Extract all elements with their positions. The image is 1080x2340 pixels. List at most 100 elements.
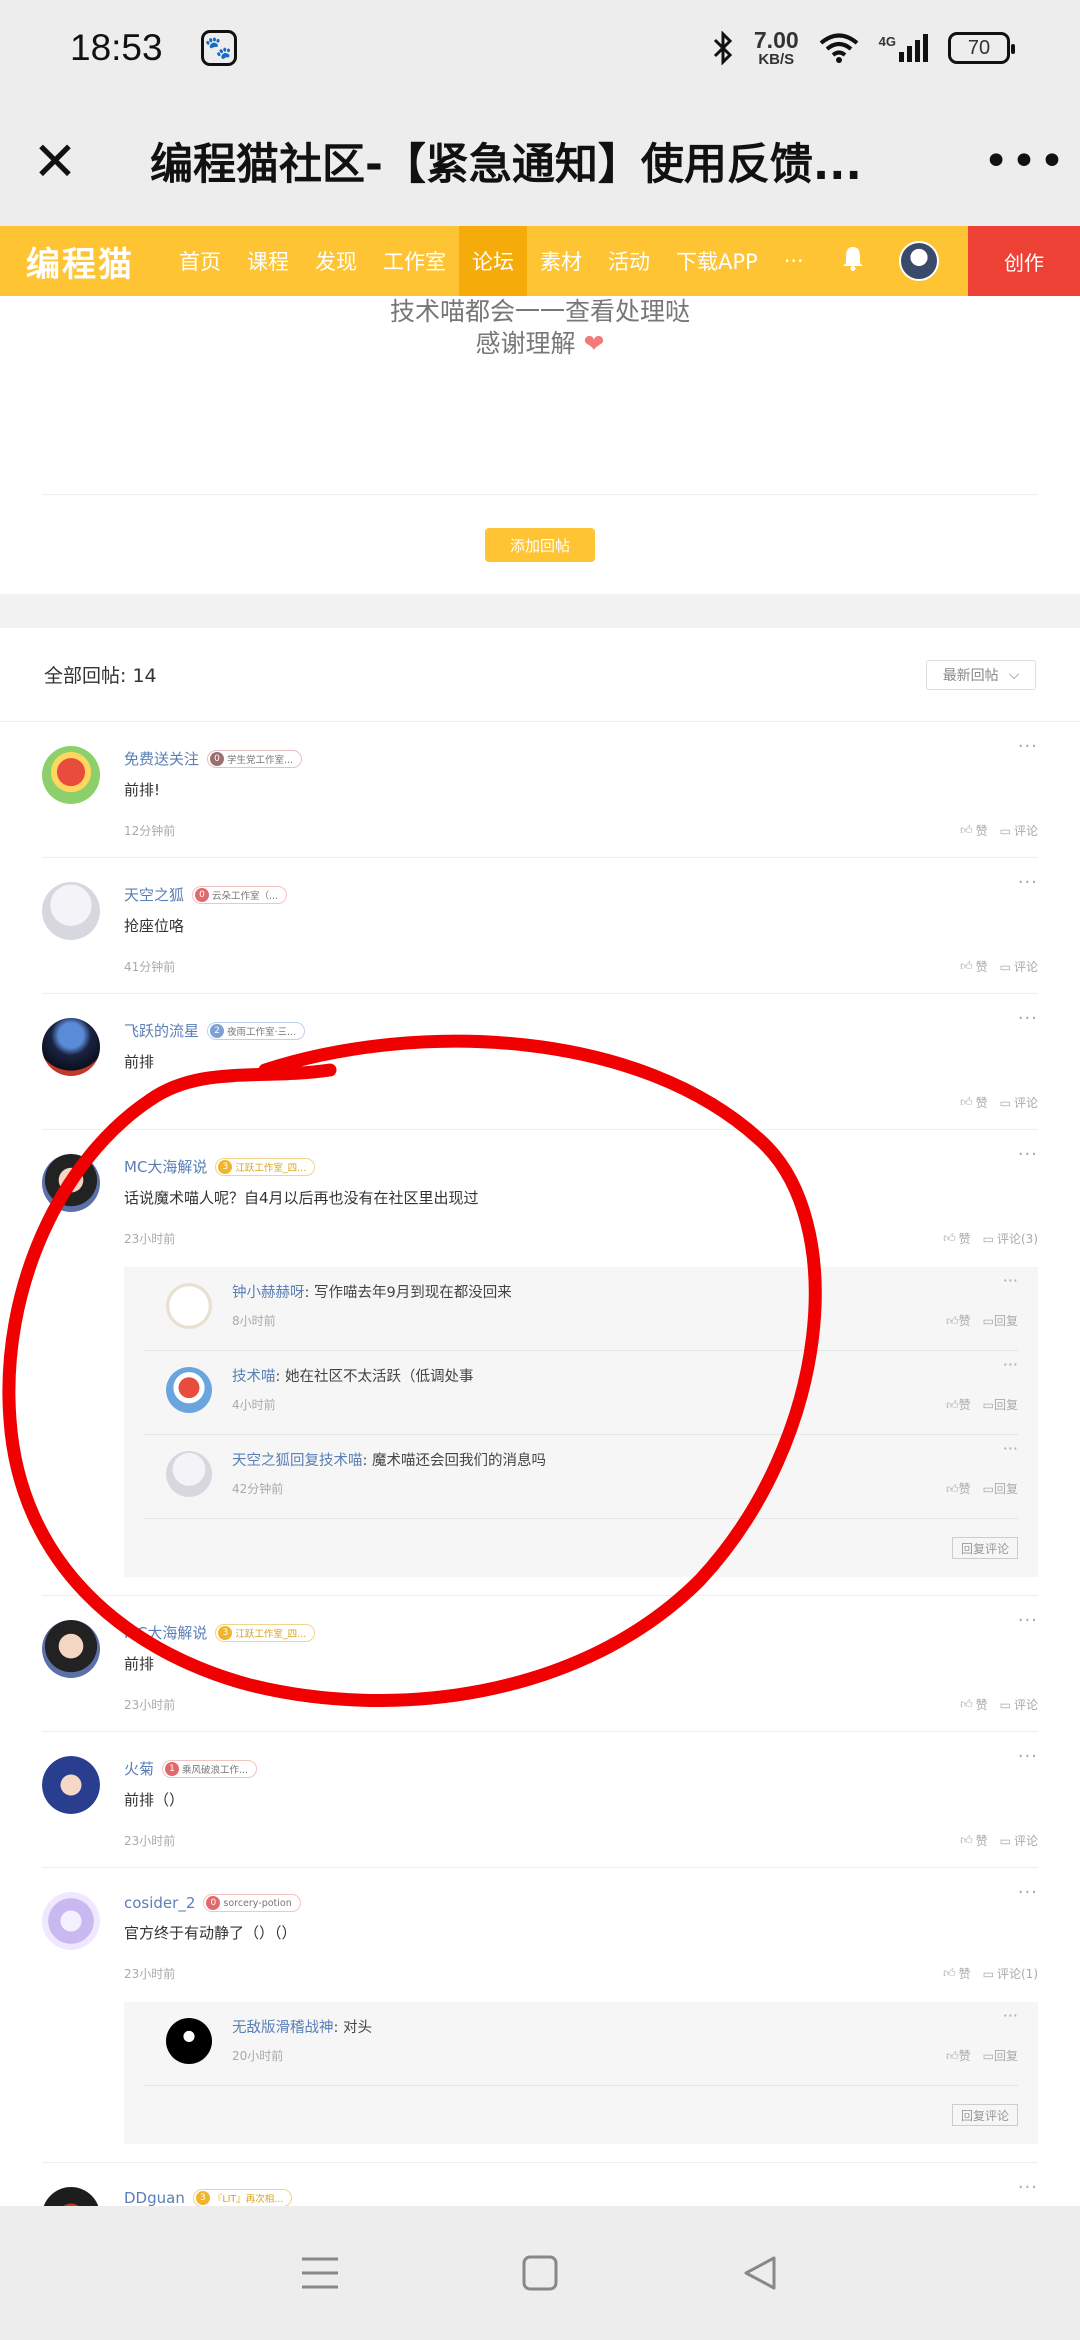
home-icon[interactable]: [510, 2243, 570, 2303]
studio-badge[interactable]: 0 云朵工作室（...: [192, 885, 288, 904]
comment-button[interactable]: ▭ 评论(1): [983, 1965, 1038, 1982]
more-options-icon[interactable]: ···: [1018, 872, 1038, 893]
nav-item-home[interactable]: 首页: [166, 226, 234, 296]
studio-badge[interactable]: 1 乘风破浪工作...: [162, 1759, 258, 1778]
studio-badge[interactable]: 0 sorcery-potion: [203, 1894, 301, 1912]
username[interactable]: 技术喵: [232, 1369, 276, 1385]
avatar[interactable]: [166, 1367, 212, 1413]
nav-item-materials[interactable]: 素材: [527, 226, 595, 296]
like-button[interactable]: 👍︎赞: [946, 1480, 971, 1497]
like-button[interactable]: 👍︎赞: [960, 1696, 988, 1713]
more-options-icon[interactable]: ···: [1018, 1882, 1038, 1903]
like-button[interactable]: 👍︎赞: [960, 958, 988, 975]
nav-item-download-app[interactable]: 下载APP: [663, 226, 771, 296]
back-icon[interactable]: [730, 2243, 790, 2303]
like-button[interactable]: 👍︎赞: [960, 1832, 988, 1849]
username[interactable]: 钟小赫赫呀: [232, 1285, 305, 1301]
reply-time: 23小时前: [124, 1967, 176, 1981]
thumbs-up-icon: 👍︎: [946, 1482, 959, 1496]
like-button[interactable]: 👍︎赞: [960, 822, 988, 839]
avatar[interactable]: [166, 1283, 212, 1329]
more-options-icon[interactable]: ···: [1018, 2177, 1038, 2198]
studio-badge[interactable]: 3 江跃工作室_四...: [215, 1623, 316, 1642]
reply-button[interactable]: ▭回复: [983, 1480, 1018, 1497]
more-options-icon[interactable]: ···: [1018, 1144, 1038, 1165]
nav-item-courses[interactable]: 课程: [234, 226, 302, 296]
reply-time: 23小时前: [124, 1232, 176, 1246]
studio-badge[interactable]: 3 『LIT』再次相...: [192, 2189, 293, 2206]
reply-comment-button[interactable]: 回复评论: [952, 2104, 1018, 2126]
reply-button[interactable]: ▭回复: [983, 1396, 1018, 1413]
sub-comment-text: 对头: [343, 2020, 372, 2036]
avatar[interactable]: [42, 746, 100, 804]
like-button[interactable]: 👍︎赞: [946, 1312, 971, 1329]
create-button[interactable]: 创作: [968, 226, 1080, 296]
nav-item-studio[interactable]: 工作室: [370, 226, 459, 296]
like-button[interactable]: 👍︎赞: [946, 1396, 971, 1413]
username[interactable]: MC大海解说: [124, 1622, 207, 1643]
more-options-icon[interactable]: ···: [1003, 2006, 1018, 2025]
nav-item-discover[interactable]: 发现: [302, 226, 370, 296]
nav-item-events[interactable]: 活动: [595, 226, 663, 296]
site-logo[interactable]: 编程猫: [0, 237, 166, 286]
username[interactable]: 天空之狐: [124, 884, 184, 905]
username[interactable]: 火菊: [124, 1758, 154, 1779]
comment-button[interactable]: ▭ 评论: [1000, 1832, 1038, 1849]
close-icon[interactable]: ✕: [0, 130, 110, 193]
avatar[interactable]: [42, 1892, 100, 1950]
avatar[interactable]: [42, 1154, 100, 1212]
post-body-tail: 技术喵都会一一查看处理哒 感谢理解 ❤ 添加回帖: [0, 296, 1080, 594]
sort-dropdown[interactable]: 最新回帖 ⌵: [926, 659, 1036, 690]
more-options-icon[interactable]: ···: [1018, 1746, 1038, 1767]
reply-button[interactable]: ▭回复: [983, 2047, 1018, 2064]
username[interactable]: MC大海解说: [124, 1156, 207, 1177]
more-options-icon[interactable]: ···: [1018, 1008, 1038, 1029]
more-options-icon[interactable]: •••: [970, 136, 1080, 187]
username[interactable]: 免费送关注: [124, 748, 199, 769]
comment-button[interactable]: ▭ 评论: [1000, 958, 1038, 975]
comment-button[interactable]: ▭ 评论(3): [983, 1230, 1038, 1247]
add-reply-button[interactable]: 添加回帖: [485, 528, 595, 562]
avatar[interactable]: [42, 882, 100, 940]
avatar[interactable]: [42, 1620, 100, 1678]
username[interactable]: DDguan: [124, 2189, 185, 2206]
username[interactable]: 飞跃的流星: [124, 1020, 199, 1041]
like-button[interactable]: 👍︎赞: [946, 2047, 971, 2064]
more-options-icon[interactable]: ···: [1003, 1271, 1018, 1290]
sub-comment: 无敌版滑稽战神: 对头 20小时前 👍︎赞 ▭回复 ···: [144, 2002, 1018, 2086]
nav-item-forum[interactable]: 论坛: [459, 226, 527, 296]
studio-badge[interactable]: 0 学生党工作室...: [207, 749, 303, 768]
like-button[interactable]: 👍︎赞: [960, 1094, 988, 1111]
comment-icon: ▭: [999, 823, 1011, 838]
studio-badge[interactable]: 2 夜雨工作室·三...: [207, 1021, 306, 1040]
more-options-icon[interactable]: ···: [1018, 736, 1038, 757]
reply-time: 23小时前: [124, 1698, 176, 1712]
more-options-icon[interactable]: ···: [1003, 1439, 1018, 1458]
sub-comment: 钟小赫赫呀: 写作喵去年9月到现在都没回来 8小时前 👍︎赞 ▭回复 ···: [144, 1267, 1018, 1351]
reply-button[interactable]: ▭回复: [983, 1312, 1018, 1329]
like-button[interactable]: 👍︎赞: [943, 1230, 971, 1247]
username[interactable]: 无敌版滑稽战神: [232, 2020, 334, 2036]
user-avatar[interactable]: [898, 241, 939, 281]
avatar[interactable]: [42, 2187, 100, 2206]
sub-comment: 技术喵: 她在社区不太活跃（低调处事 4小时前 👍︎赞 ▭回复 ···: [144, 1351, 1018, 1435]
nav-more-icon[interactable]: ···: [771, 226, 817, 296]
username[interactable]: cosider_2: [124, 1894, 195, 1912]
menu-icon[interactable]: [290, 2243, 350, 2303]
more-options-icon[interactable]: ···: [1003, 1355, 1018, 1374]
reply-comment-button[interactable]: 回复评论: [952, 1537, 1018, 1559]
comment-button[interactable]: ▭ 评论: [1000, 822, 1038, 839]
avatar[interactable]: [166, 2018, 212, 2064]
username[interactable]: 天空之狐回复技术喵: [232, 1453, 363, 1469]
comment-button[interactable]: ▭ 评论: [1000, 1094, 1038, 1111]
avatar[interactable]: [166, 1451, 212, 1497]
studio-badge[interactable]: 3 江跃工作室_四...: [215, 1157, 316, 1176]
more-options-icon[interactable]: ···: [1018, 1610, 1038, 1631]
comment-button[interactable]: ▭ 评论: [1000, 1696, 1038, 1713]
like-button[interactable]: 👍︎赞: [943, 1965, 971, 1982]
reply-item: MC大海解说 3 江跃工作室_四... 话说魔术喵人呢？自4月以后再也没有在社区里…: [42, 1130, 1038, 1596]
avatar[interactable]: [42, 1756, 100, 1814]
nav-menu: 首页 课程 发现 工作室 论坛 素材 活动 下载APP ···: [166, 226, 817, 296]
avatar[interactable]: [42, 1018, 100, 1076]
bell-icon[interactable]: [841, 245, 865, 278]
